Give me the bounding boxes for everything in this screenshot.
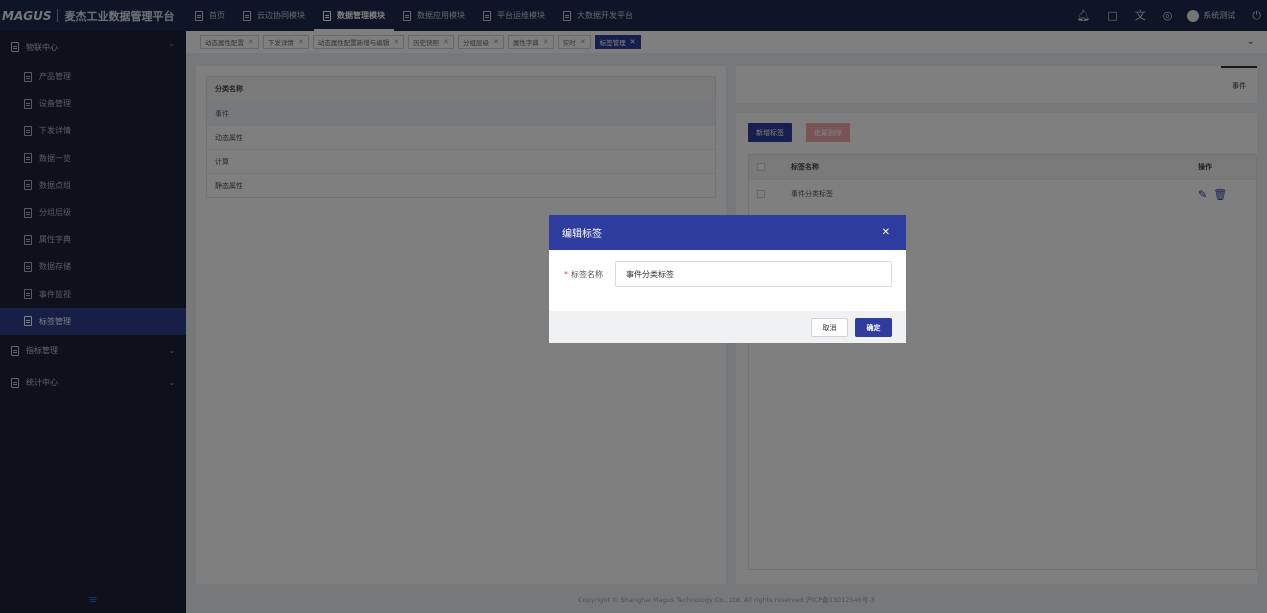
- cancel-button[interactable]: 取消: [811, 318, 848, 337]
- required-mark: *: [564, 270, 568, 279]
- dialog-title: 编辑标签: [562, 229, 602, 240]
- edit-tag-dialog: 编辑标签 ✕ *标签名称 取消 确定: [549, 215, 906, 343]
- confirm-button[interactable]: 确定: [855, 318, 892, 337]
- field-label-text: 标签名称: [571, 270, 603, 279]
- close-icon[interactable]: ✕: [882, 227, 890, 238]
- tag-name-input[interactable]: [615, 261, 892, 287]
- dialog-footer: 取消 确定: [549, 311, 906, 343]
- dialog-body: * 标签名称: [549, 250, 906, 311]
- tag-name-label: * 标签名称: [564, 269, 603, 280]
- dialog-header: 编辑标签 ✕: [549, 215, 906, 250]
